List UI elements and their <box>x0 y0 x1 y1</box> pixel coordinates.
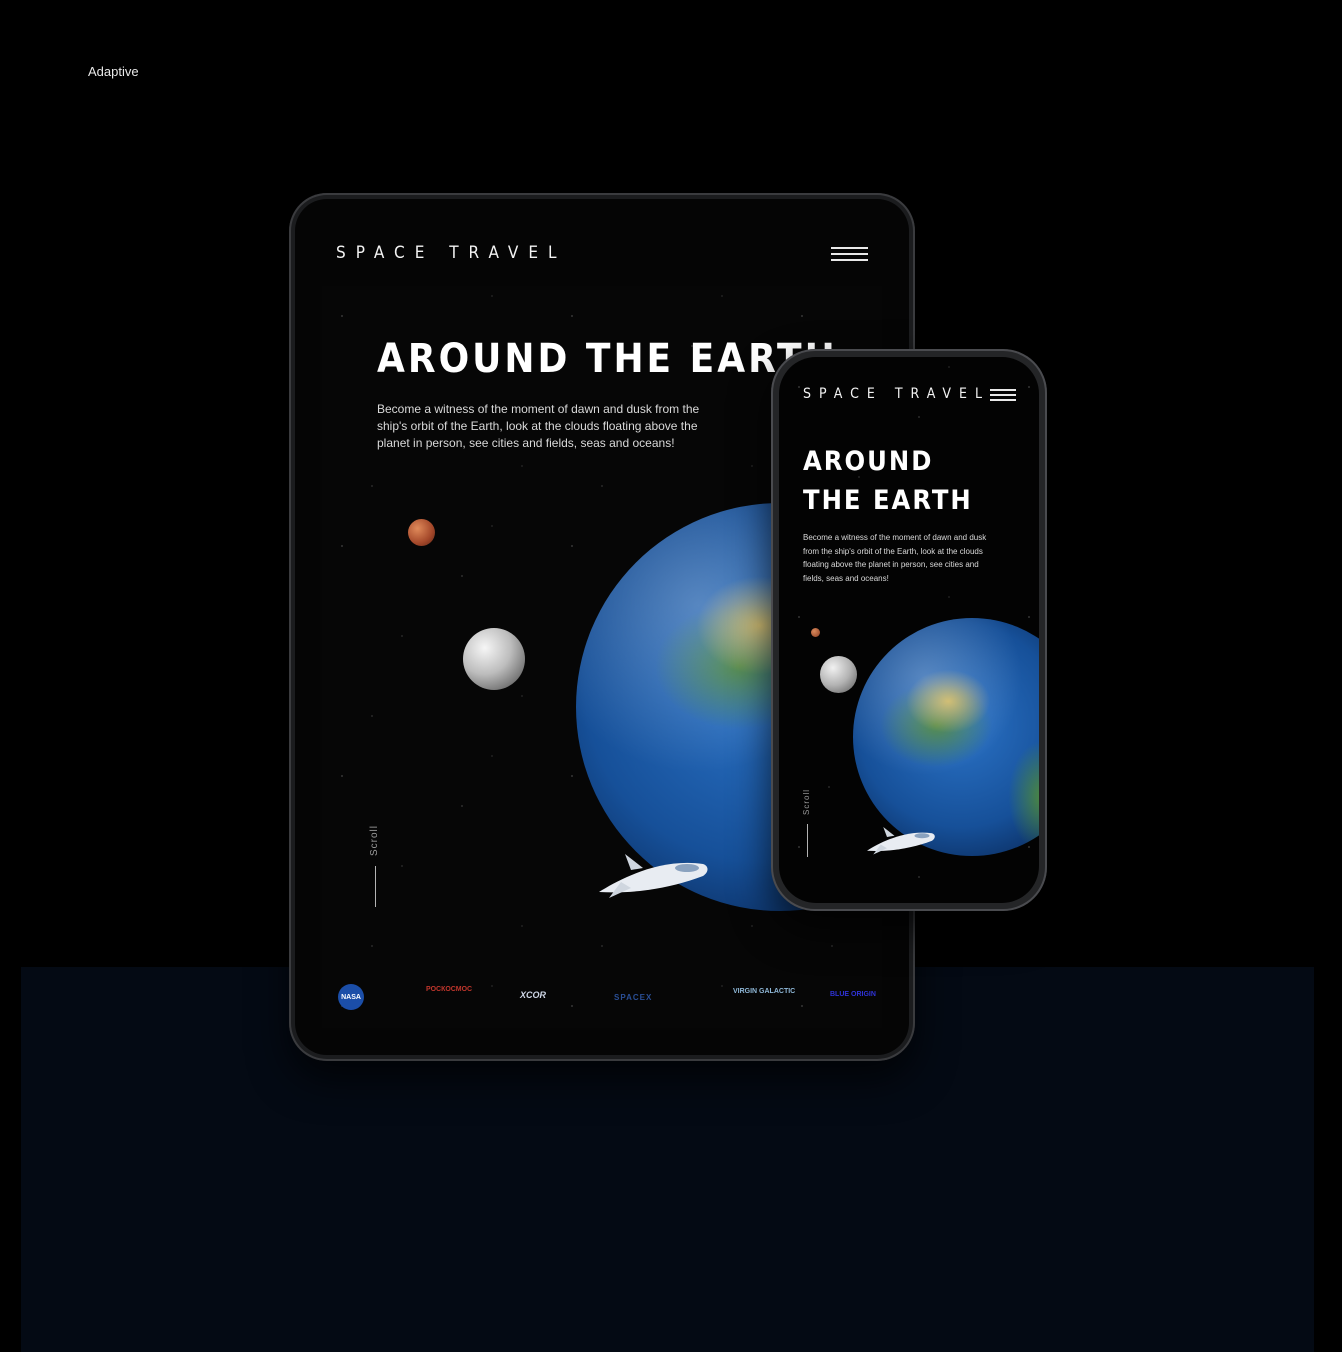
phone-moon-icon <box>820 656 857 693</box>
spaceship-icon <box>599 854 708 898</box>
phone-mars-icon <box>811 628 820 637</box>
partner-logo-roscosmos[interactable]: РОСКОСМОС <box>426 986 472 993</box>
tablet-hero-title: AROUND THE EARTH <box>377 336 838 382</box>
tablet-hero-text: Become a witness of the moment of dawn a… <box>377 402 700 450</box>
phone-scroll-label[interactable]: Scroll <box>802 789 811 815</box>
phone-hero-title: AROUND THE EARTH <box>803 442 973 520</box>
tablet-brand-logo[interactable]: SPACE TRAVEL <box>336 243 567 263</box>
partner-logo-virgin-galactic[interactable]: VIRGIN GALACTIC <box>733 988 795 995</box>
tablet-scroll-label[interactable]: Scroll <box>369 825 380 856</box>
phone-hamburger-menu-icon[interactable] <box>990 389 1016 404</box>
moon-icon <box>463 628 525 690</box>
partner-logo-spacex[interactable]: SPACEX <box>614 993 652 1002</box>
phone-scroll-line <box>807 824 808 857</box>
phone-hero-title-line2: THE EARTH <box>803 485 973 516</box>
phone-earth-icon <box>853 618 1039 856</box>
section-label: Adaptive <box>88 64 139 79</box>
partner-logo-xcor[interactable]: XCOR <box>520 990 546 1000</box>
mars-icon <box>408 519 435 546</box>
phone-hero-title-line1: AROUND <box>803 446 934 477</box>
tablet-scroll-line <box>375 866 376 907</box>
partner-logo-nasa[interactable]: NASA <box>338 984 364 1010</box>
phone-hero-text: Become a witness of the moment of dawn a… <box>803 533 987 583</box>
partner-logo-blue-origin[interactable]: BLUE ORIGIN <box>830 991 876 998</box>
phone-content-clip <box>779 357 1039 903</box>
hamburger-menu-icon[interactable] <box>831 247 868 265</box>
phone-brand-logo[interactable]: SPACE TRAVEL <box>803 386 990 402</box>
phone-spaceship-icon <box>867 827 935 855</box>
